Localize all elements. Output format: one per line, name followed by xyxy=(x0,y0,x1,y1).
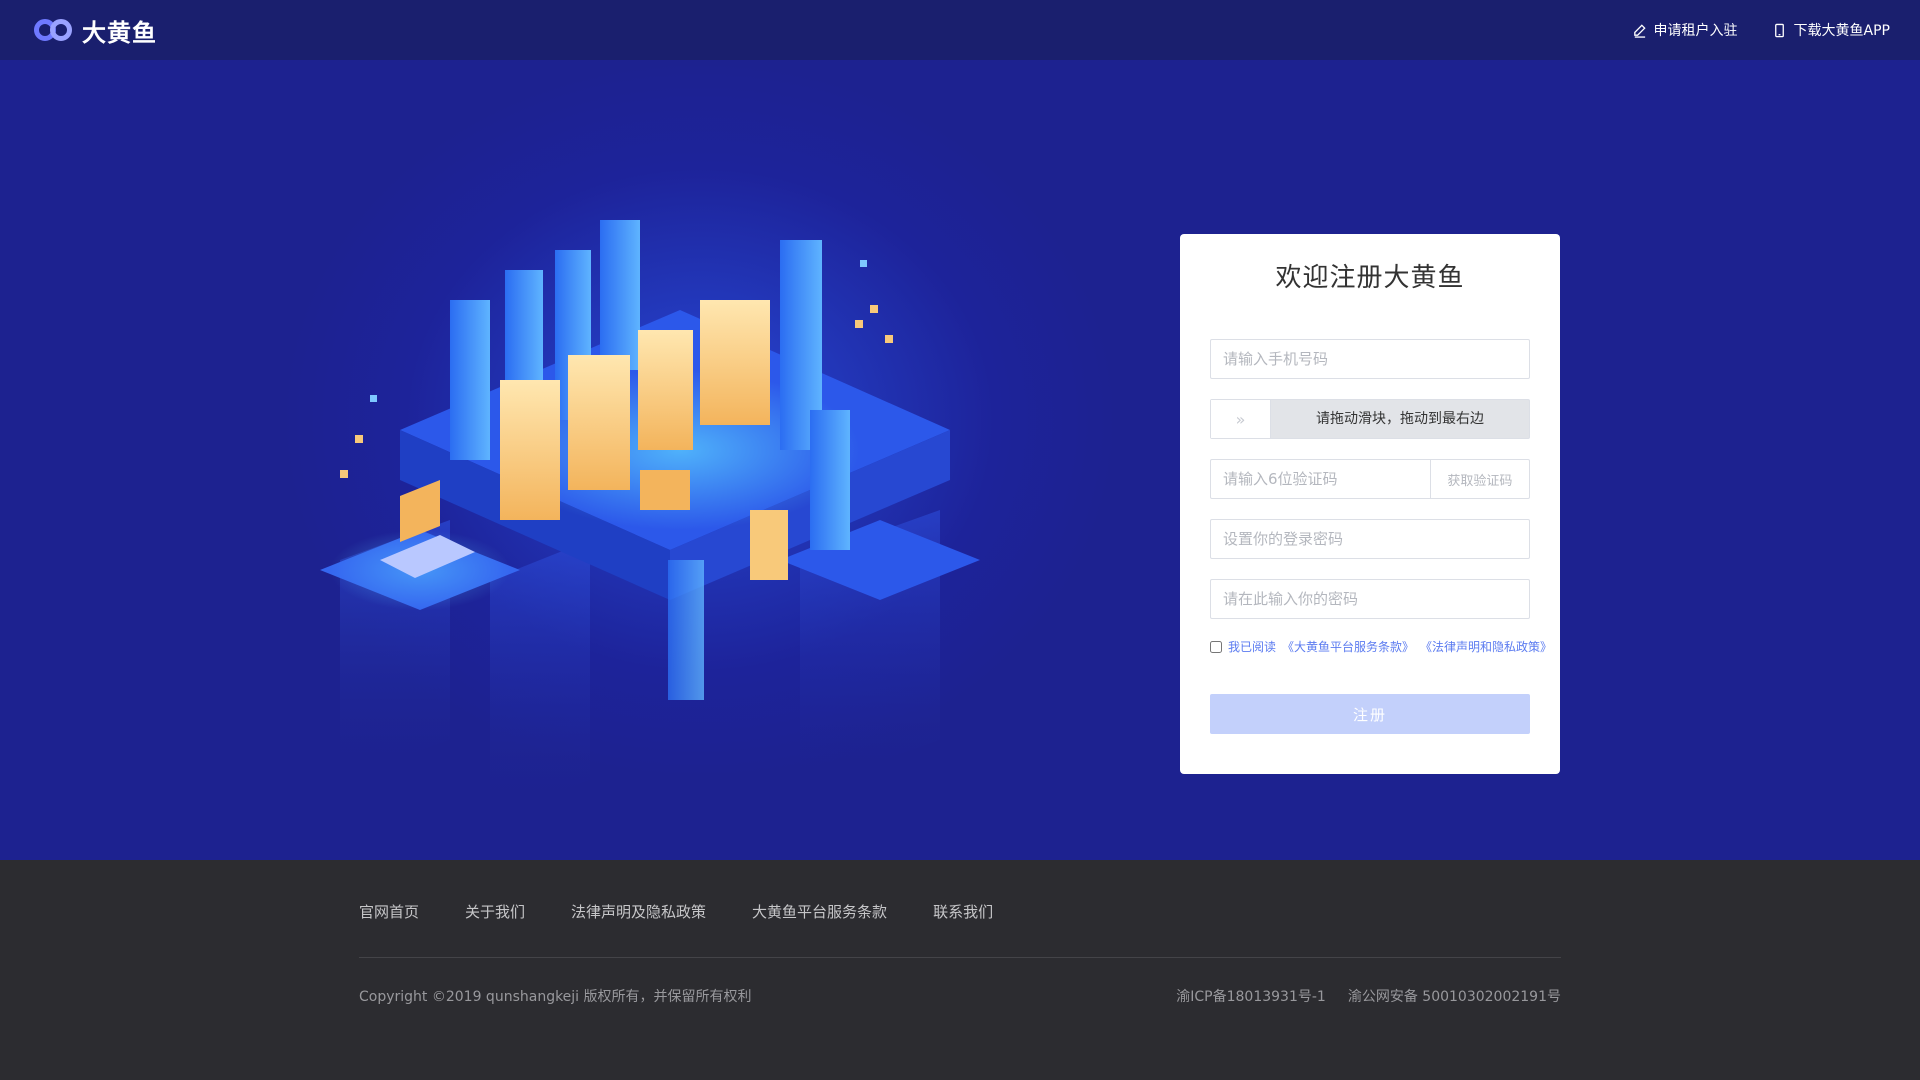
top-header: 大黄鱼 申请租户入驻 下载大黄鱼APP xyxy=(0,0,1920,60)
isometric-city-illustration xyxy=(320,220,980,820)
agreement-row: 我已阅读 《大黄鱼平台服务条款》 《法律声明和隐私政策》 xyxy=(1210,638,1552,655)
service-terms-link[interactable]: 《大黄鱼平台服务条款》 xyxy=(1282,638,1414,655)
footer-link-home[interactable]: 官网首页 xyxy=(359,897,419,927)
icp-record[interactable]: 渝ICP备18013931号-1 xyxy=(1176,986,1326,1006)
code-input[interactable] xyxy=(1211,460,1430,498)
brand[interactable]: 大黄鱼 xyxy=(34,13,157,48)
apply-tenant-link[interactable]: 申请租户入驻 xyxy=(1632,20,1738,40)
brand-name: 大黄鱼 xyxy=(82,18,157,47)
footer-link-terms[interactable]: 大黄鱼平台服务条款 xyxy=(752,897,887,927)
slide-captcha[interactable]: » 请拖动滑块，拖动到最右边 xyxy=(1210,399,1530,439)
phone-icon xyxy=(1774,23,1784,37)
register-button[interactable]: 注册 xyxy=(1210,694,1530,734)
edit-icon xyxy=(1633,23,1646,38)
police-record[interactable]: 渝公网安备 50010302002191号 xyxy=(1348,986,1561,1006)
agree-prefix: 我已阅读 xyxy=(1228,640,1277,654)
footer-nav: 官网首页 关于我们 法律声明及隐私政策 大黄鱼平台服务条款 联系我们 xyxy=(359,897,1561,927)
phone-field[interactable] xyxy=(1210,339,1530,379)
phone-input[interactable] xyxy=(1211,340,1529,378)
password-confirm-field[interactable] xyxy=(1210,579,1530,619)
copyright-text: Copyright ©2019 qunshangkeji 版权所有，并保留所有权… xyxy=(359,989,752,1005)
logo-icon xyxy=(34,17,74,43)
register-title: 欢迎注册大黄鱼 xyxy=(1275,263,1465,293)
footer-link-contact[interactable]: 联系我们 xyxy=(933,897,993,927)
hero-section: 欢迎注册大黄鱼 » 请拖动滑块，拖动到最右边 获取验证码 我已阅读 《大黄鱼平台… xyxy=(0,60,1920,860)
footer-link-legal[interactable]: 法律声明及隐私政策 xyxy=(571,897,706,927)
slider-hint: 请拖动滑块，拖动到最右边 xyxy=(1316,411,1484,427)
footer-divider xyxy=(359,957,1561,958)
password-field[interactable] xyxy=(1210,519,1530,559)
download-app-link[interactable]: 下载大黄鱼APP xyxy=(1772,20,1890,40)
privacy-policy-link[interactable]: 《法律声明和隐私政策》 xyxy=(1420,638,1552,655)
slider-handle[interactable]: » xyxy=(1211,400,1271,438)
apply-tenant-label: 申请租户入驻 xyxy=(1653,23,1738,39)
register-card: 欢迎注册大黄鱼 » 请拖动滑块，拖动到最右边 获取验证码 我已阅读 《大黄鱼平台… xyxy=(1180,234,1560,774)
agree-checkbox[interactable] xyxy=(1210,640,1222,653)
code-field[interactable]: 获取验证码 xyxy=(1210,459,1530,499)
double-chevron-right-icon: » xyxy=(1235,409,1246,429)
download-app-label: 下载大黄鱼APP xyxy=(1793,23,1890,39)
get-code-button[interactable]: 获取验证码 xyxy=(1429,460,1529,498)
password-confirm-input[interactable] xyxy=(1211,580,1529,618)
footer-link-about[interactable]: 关于我们 xyxy=(465,897,525,927)
password-input[interactable] xyxy=(1211,520,1529,558)
footer: 官网首页 关于我们 法律声明及隐私政策 大黄鱼平台服务条款 联系我们 Copyr… xyxy=(0,860,1920,1080)
header-links: 申请租户入驻 下载大黄鱼APP xyxy=(1632,20,1890,40)
